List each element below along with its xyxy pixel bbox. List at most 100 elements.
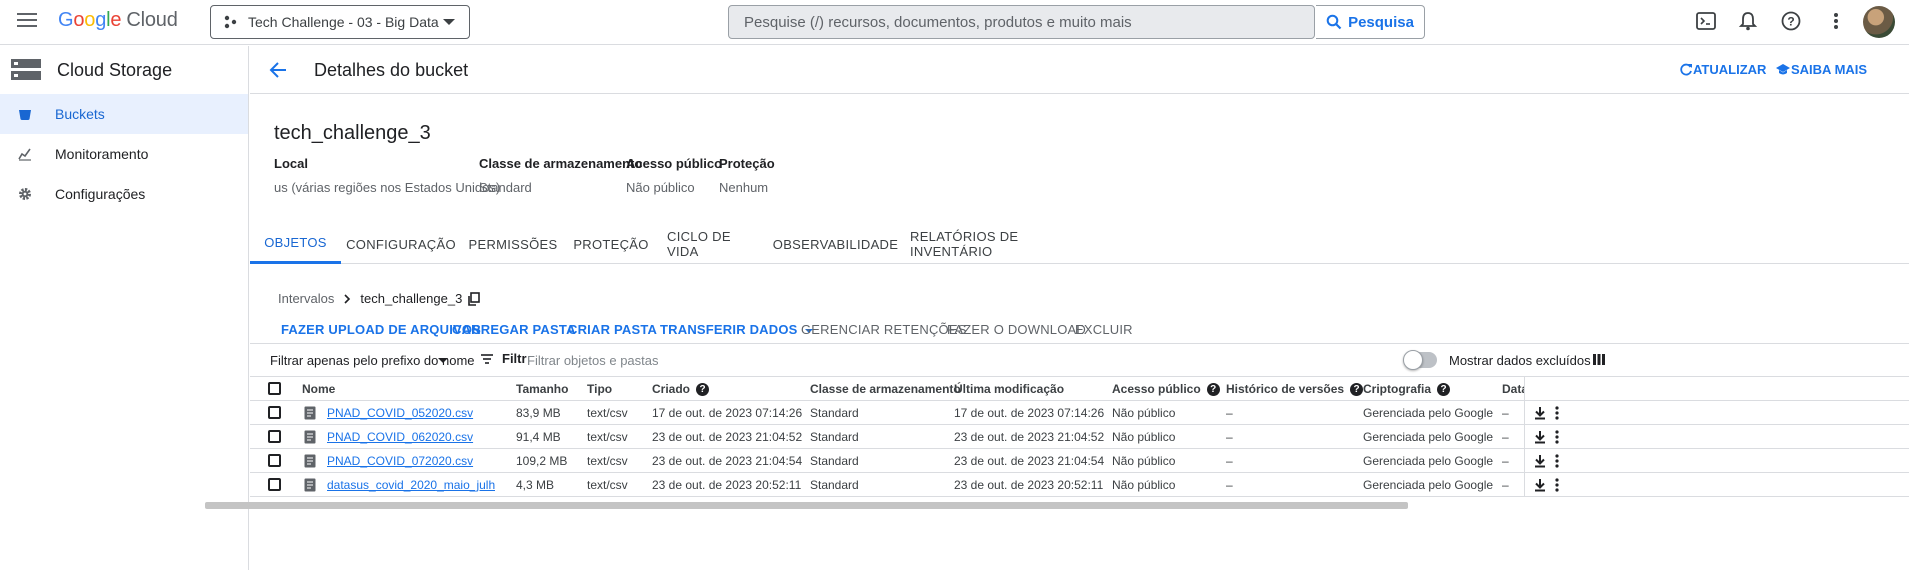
- back-arrow-icon[interactable]: [268, 60, 288, 80]
- table-row[interactable]: PNAD_COVID_052020.csv 83,9 MB text/csv 17 d…: [250, 401, 1909, 425]
- copy-icon[interactable]: [467, 291, 481, 306]
- table-row[interactable]: PNAD_COVID_072020.csv 109,2 MB text/csv 23 …: [250, 449, 1909, 473]
- col-size[interactable]: Tamanho: [516, 382, 568, 396]
- tab-permissions[interactable]: PERMISSÕES: [469, 224, 558, 264]
- menu-icon[interactable]: [17, 13, 37, 29]
- row-checkbox[interactable]: [268, 406, 281, 419]
- col-versions[interactable]: Histórico de versões?: [1226, 382, 1364, 396]
- file-name-link[interactable]: PNAD_COVID_072020.csv: [327, 454, 495, 468]
- school-icon: [1776, 63, 1790, 74]
- cell-versions: –: [1226, 454, 1233, 468]
- download-icon[interactable]: [1534, 454, 1546, 468]
- file-name-link[interactable]: PNAD_COVID_052020.csv: [327, 406, 495, 420]
- terminal-icon[interactable]: [1695, 10, 1717, 32]
- refresh-button[interactable]: ATUALIZAR: [1679, 62, 1766, 77]
- download-icon[interactable]: [1534, 478, 1546, 492]
- google-cloud-logo[interactable]: Google Cloud: [58, 9, 178, 32]
- bell-icon[interactable]: [1737, 10, 1759, 32]
- chevron-right-icon: [344, 293, 351, 304]
- help-icon[interactable]: ?: [1350, 382, 1364, 396]
- more-vert-icon[interactable]: [1555, 478, 1559, 492]
- cell-type: text/csv: [587, 478, 628, 492]
- sidebar-item-settings[interactable]: Configurações: [0, 174, 248, 214]
- sidebar-title: Cloud Storage: [57, 59, 173, 80]
- project-selector[interactable]: Tech Challenge - 03 - Big Data: [210, 5, 470, 39]
- cell-created: 23 de out. de 2023 21:04:52: [652, 430, 803, 444]
- file-icon: [304, 478, 316, 492]
- help-icon[interactable]: ?: [1206, 382, 1220, 396]
- col-retention[interactable]: Data de validad: [1502, 382, 1524, 396]
- cell-type: text/csv: [587, 454, 628, 468]
- col-created[interactable]: Criado?: [652, 382, 710, 396]
- tab-configuration[interactable]: CONFIGURAÇÃO: [346, 224, 455, 264]
- column-display-icon[interactable]: [1592, 353, 1606, 366]
- top-bar: Google Cloud Tech Challenge - 03 - Big Da…: [0, 0, 1909, 45]
- sidebar-item-label: Configurações: [55, 186, 146, 202]
- cell-public-access: Não público: [1112, 430, 1176, 444]
- cell-size: 83,9 MB: [516, 406, 561, 420]
- download-icon[interactable]: [1534, 406, 1546, 420]
- col-name[interactable]: Nome: [302, 382, 335, 396]
- col-public-access[interactable]: Acesso público?: [1112, 382, 1220, 396]
- show-deleted-toggle[interactable]: [1403, 350, 1437, 370]
- help-icon[interactable]: ?: [696, 382, 710, 396]
- breadcrumb-root[interactable]: Intervalos: [278, 291, 334, 306]
- search-input[interactable]: [729, 6, 1314, 38]
- row-actions: [1525, 449, 1559, 473]
- meta-value: Standard: [479, 180, 532, 195]
- project-icon: [224, 15, 237, 29]
- tab-protection[interactable]: PROTEÇÃO: [573, 224, 649, 264]
- chevron-down-icon: [443, 19, 455, 25]
- table-row[interactable]: datasus_covid_2020_maio_julho.... 4,3 MB t…: [250, 473, 1909, 497]
- horizontal-scrollbar[interactable]: [205, 502, 1408, 509]
- tab-observability[interactable]: OBSERVABILIDADE: [773, 224, 898, 264]
- row-checkbox[interactable]: [268, 478, 281, 491]
- delete-button[interactable]: EXCLUIR: [1075, 322, 1133, 337]
- help-icon[interactable]: ?: [1780, 10, 1802, 32]
- cell-encryption: Gerenciada pelo Google: [1363, 406, 1494, 420]
- col-public-access-label: Acesso público: [1112, 382, 1201, 396]
- row-checkbox[interactable]: [268, 430, 281, 443]
- more-vert-icon[interactable]: [1555, 406, 1559, 420]
- tab-objects[interactable]: OBJETOS: [250, 224, 341, 264]
- manage-retentions-button[interactable]: GERENCIAR RETENÇÕES: [801, 322, 967, 337]
- cell-storage-class: Standard: [810, 478, 859, 492]
- create-folder-button[interactable]: CRIAR PASTA: [568, 322, 657, 337]
- search-button[interactable]: Pesquisa: [1316, 5, 1425, 39]
- col-storage-class[interactable]: Classe de armazenamento: [810, 382, 961, 396]
- file-name-link[interactable]: PNAD_COVID_062020.csv: [327, 430, 495, 444]
- cell-created: 23 de out. de 2023 21:04:54: [652, 454, 803, 468]
- sidebar-item-monitoring[interactable]: Monitoramento: [0, 134, 248, 174]
- download-button[interactable]: FAZER O DOWNLOAD: [947, 322, 1086, 337]
- tab-lifecycle[interactable]: CICLO DE VIDA: [667, 224, 761, 264]
- col-encryption[interactable]: Criptografia?: [1363, 382, 1451, 396]
- row-actions: [1525, 401, 1559, 425]
- help-icon[interactable]: ?: [1437, 382, 1451, 396]
- cell-type: text/csv: [587, 406, 628, 420]
- more-vert-icon[interactable]: [1555, 454, 1559, 468]
- row-actions: [1525, 473, 1559, 497]
- learn-more-label: SAIBA MAIS: [1791, 62, 1868, 77]
- cell-versions: –: [1226, 406, 1233, 420]
- file-name-link[interactable]: datasus_covid_2020_maio_julho....: [327, 478, 495, 492]
- cell-retention: –: [1502, 406, 1509, 420]
- transfer-data-button[interactable]: TRANSFERIR DADOS: [660, 322, 814, 337]
- tab-inventory-reports[interactable]: RELATÓRIOS DE INVENTÁRIO: [910, 224, 1074, 264]
- select-all-checkbox[interactable]: [268, 382, 281, 395]
- upload-folder-button[interactable]: CARREGAR PASTA: [452, 322, 576, 337]
- more-vert-icon[interactable]: [1825, 10, 1847, 32]
- cell-encryption: Gerenciada pelo Google: [1363, 454, 1494, 468]
- col-modified[interactable]: Última modificação: [954, 382, 1064, 396]
- cell-modified: 23 de out. de 2023 20:52:11: [954, 478, 1104, 492]
- sidebar: Cloud Storage Buckets Monitoramento Conf…: [0, 46, 249, 570]
- bucket-icon: [19, 110, 31, 120]
- row-checkbox[interactable]: [268, 454, 281, 467]
- table-row[interactable]: PNAD_COVID_062020.csv 91,4 MB text/csv 23 d…: [250, 425, 1909, 449]
- learn-more-button[interactable]: SAIBA MAIS: [1775, 62, 1867, 77]
- filter-input[interactable]: [527, 349, 927, 371]
- avatar[interactable]: [1863, 6, 1895, 38]
- more-vert-icon[interactable]: [1555, 430, 1559, 444]
- sidebar-item-buckets[interactable]: Buckets: [0, 94, 248, 134]
- download-icon[interactable]: [1534, 430, 1546, 444]
- col-type[interactable]: Tipo: [587, 382, 612, 396]
